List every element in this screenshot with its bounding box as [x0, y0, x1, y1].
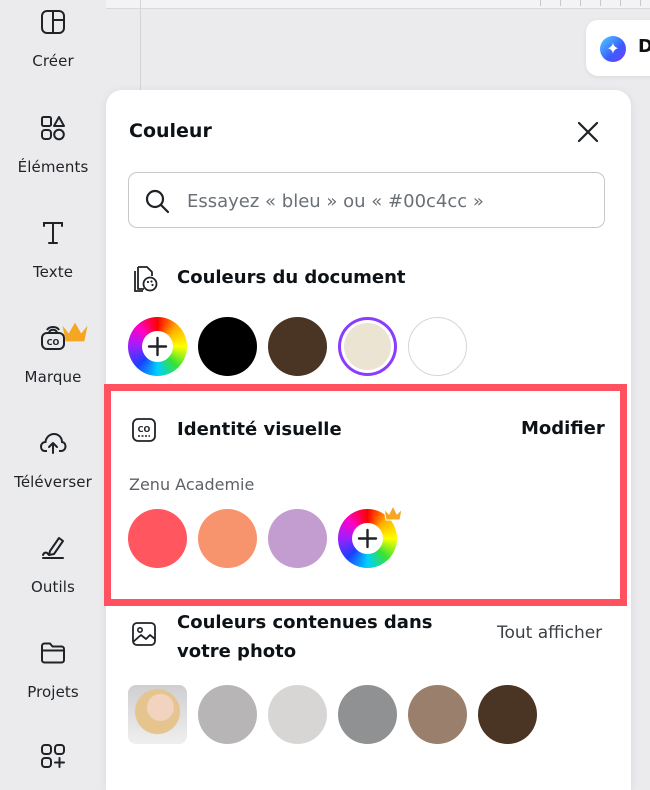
color-search-input[interactable] [185, 183, 599, 219]
brand-identity-header: CO Identité visuelle [130, 415, 342, 444]
guide-line [140, 0, 141, 90]
color-swatch[interactable] [478, 685, 537, 744]
canva-assistant-icon: ✦ [600, 36, 626, 62]
assistant-button[interactable]: ✦ D [586, 20, 650, 76]
modify-brand-link[interactable]: Modifier [521, 418, 605, 439]
section-title: Identité visuelle [177, 419, 342, 440]
color-swatch[interactable] [268, 509, 327, 568]
color-swatch[interactable] [198, 317, 257, 376]
sidebar-item-televerser[interactable]: Téléverser [0, 429, 106, 491]
sidebar-item-texte[interactable]: Texte [0, 219, 106, 281]
ruler [106, 0, 650, 9]
color-swatch[interactable] [268, 317, 327, 376]
document-palette-icon [134, 265, 158, 292]
crown-icon [383, 505, 403, 521]
sidebar-item-apps[interactable] [0, 742, 106, 770]
show-all-link[interactable]: Tout afficher [497, 623, 602, 643]
color-search-box[interactable] [128, 172, 605, 228]
layout-icon [39, 8, 67, 36]
apps-icon [39, 742, 67, 770]
sidebar-item-projets[interactable]: Projets [0, 639, 106, 701]
photo-colors-row [128, 685, 548, 744]
sidebar-item-elements[interactable]: Éléments [0, 114, 106, 176]
folder-icon [39, 639, 67, 667]
color-swatch[interactable] [268, 685, 327, 744]
sidebar-item-marque[interactable]: CO Marque [0, 322, 106, 386]
photo-thumbnail [128, 685, 187, 744]
photo-colors-header: Couleurs contenues dans votre photo [130, 608, 432, 666]
add-brand-color-button[interactable] [338, 505, 403, 568]
brand-kit-icon: CO [132, 417, 156, 442]
color-swatch[interactable] [198, 509, 257, 568]
section-title-line: Couleurs contenues dans [177, 612, 433, 633]
sidebar-item-outils[interactable]: Outils [0, 534, 106, 596]
color-panel: Couleur Couleurs du document CO Identité… [106, 90, 631, 790]
color-swatch[interactable] [408, 317, 467, 376]
document-colors-header: Couleurs du document [130, 263, 406, 292]
sidebar-item-label: Créer [32, 52, 74, 70]
sidebar-item-creer[interactable]: Créer [0, 8, 106, 70]
plus-icon [357, 528, 378, 549]
panel-title: Couleur [129, 120, 212, 142]
brand-kit-name: Zenu Academie [129, 475, 255, 494]
section-title: Couleurs contenues dans votre photo [177, 608, 432, 666]
svg-text:CO: CO [47, 338, 60, 347]
color-swatch[interactable] [338, 685, 397, 744]
color-swatch[interactable] [128, 509, 187, 568]
plus-icon [147, 336, 168, 357]
svg-text:CO: CO [138, 425, 151, 434]
image-icon [132, 622, 156, 646]
shapes-icon [39, 114, 67, 142]
cloud-upload-icon [39, 429, 67, 457]
brand-colors-row [128, 505, 408, 568]
sidebar-item-label: Texte [32, 263, 74, 281]
color-swatch[interactable] [408, 685, 467, 744]
left-sidebar: Créer Éléments Texte CO Marque Téléverse… [0, 0, 106, 768]
close-icon [577, 121, 599, 143]
search-icon [145, 189, 170, 214]
sidebar-item-label: Outils [31, 578, 75, 596]
color-swatch[interactable] [198, 685, 257, 744]
brand-kit-icon: CO [39, 322, 88, 352]
sidebar-item-label: Projets [27, 683, 79, 701]
document-colors-row [128, 317, 478, 376]
crown-icon [62, 322, 88, 342]
add-color-button[interactable] [128, 317, 187, 376]
color-swatch-selected[interactable] [338, 317, 397, 376]
section-title: Couleurs du document [177, 267, 406, 288]
assistant-label: D [638, 36, 650, 57]
sidebar-item-label: Téléverser [14, 473, 92, 491]
text-icon [39, 219, 67, 247]
section-title-line: votre photo [177, 641, 297, 662]
sidebar-item-label: Marque [24, 368, 82, 386]
close-button[interactable] [574, 118, 602, 146]
sidebar-item-label: Éléments [17, 158, 89, 176]
draw-pen-icon [39, 534, 67, 562]
